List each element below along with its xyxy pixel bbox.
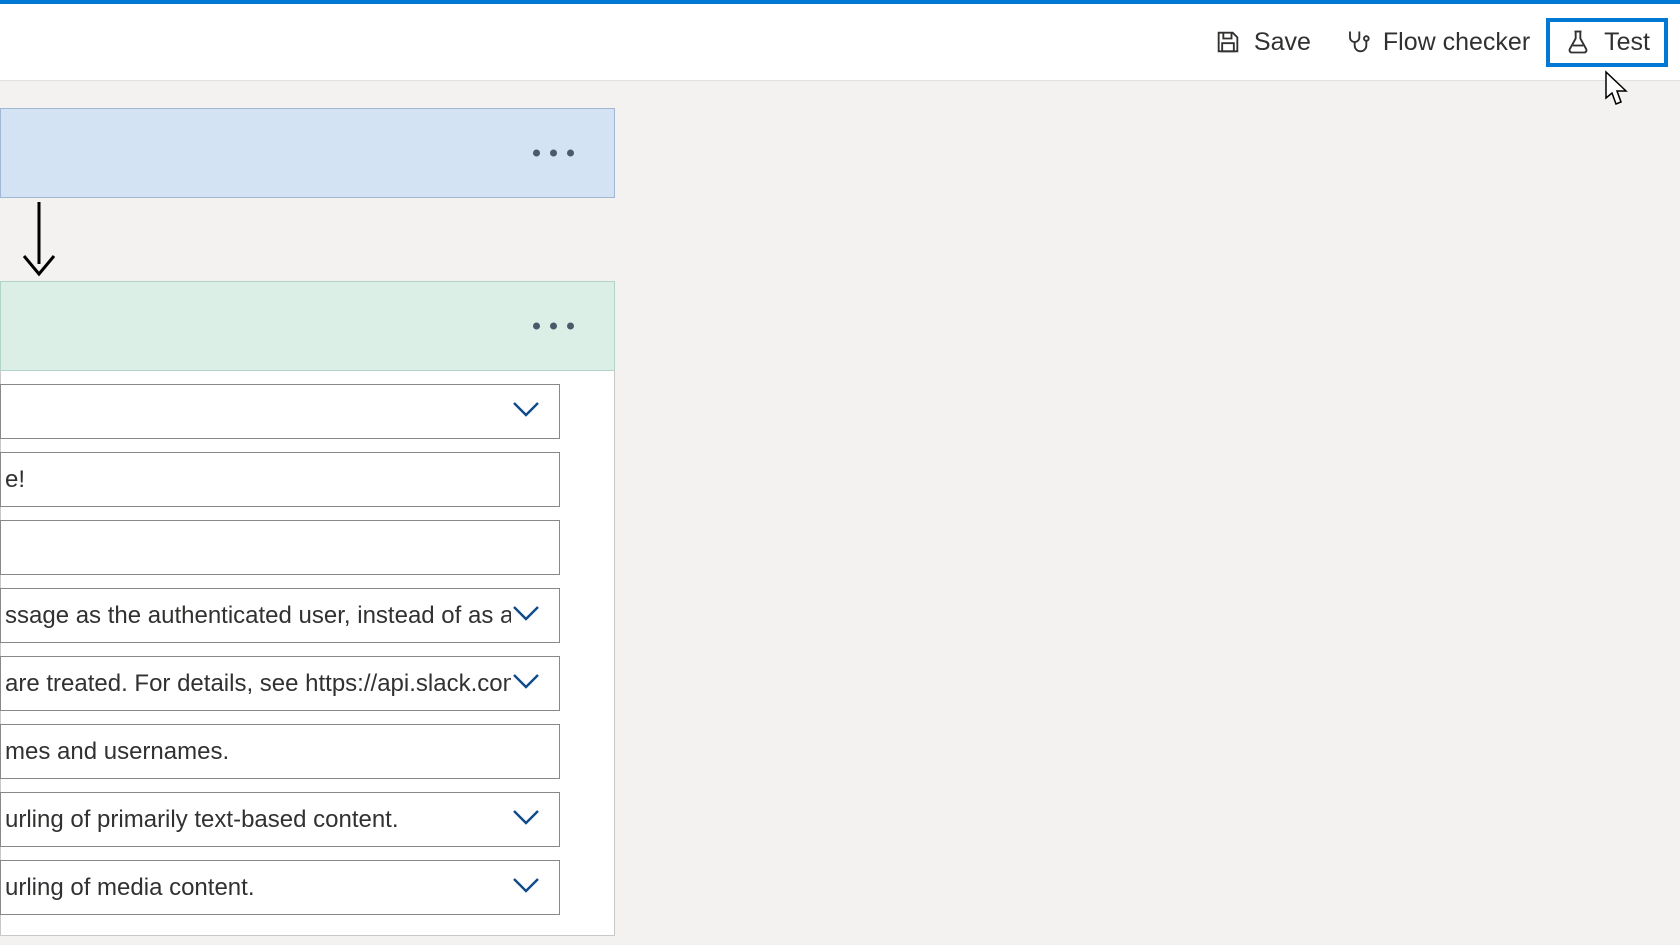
test-button[interactable]: Test bbox=[1546, 18, 1668, 67]
chevron-down-icon bbox=[511, 398, 541, 426]
field-value: urling of media content. bbox=[5, 874, 511, 902]
action-card-header[interactable] bbox=[0, 281, 615, 371]
field-value: ssage as the authenticated user, instead… bbox=[5, 602, 511, 630]
save-label: Save bbox=[1254, 28, 1311, 57]
unfurl-links-dropdown[interactable]: urling of primarily text-based content. bbox=[0, 792, 560, 847]
save-icon bbox=[1214, 28, 1242, 56]
more-menu-icon[interactable] bbox=[533, 150, 574, 157]
field-value: e! bbox=[5, 466, 541, 494]
flow-arrow-icon bbox=[18, 202, 60, 278]
chevron-down-icon bbox=[511, 670, 541, 698]
trigger-card[interactable] bbox=[0, 108, 615, 198]
message-text-input[interactable]: e! bbox=[0, 452, 560, 507]
flow-checker-label: Flow checker bbox=[1383, 28, 1530, 57]
channel-dropdown[interactable] bbox=[0, 384, 560, 439]
flow-checker-button[interactable]: Flow checker bbox=[1327, 18, 1546, 67]
link-names-input[interactable]: mes and usernames. bbox=[0, 724, 560, 779]
test-label: Test bbox=[1604, 28, 1650, 57]
more-menu-icon[interactable] bbox=[533, 323, 574, 330]
stethoscope-icon bbox=[1343, 28, 1371, 56]
parse-mode-dropdown[interactable]: are treated. For details, see https://ap… bbox=[0, 656, 560, 711]
chevron-down-icon bbox=[511, 874, 541, 902]
unfurl-media-dropdown[interactable]: urling of media content. bbox=[0, 860, 560, 915]
flask-icon bbox=[1564, 28, 1592, 56]
save-button[interactable]: Save bbox=[1198, 18, 1327, 67]
field-value: urling of primarily text-based content. bbox=[5, 806, 511, 834]
flow-canvas: e! ssage as the authenticated user, inst… bbox=[0, 81, 1680, 945]
field-value: are treated. For details, see https://ap… bbox=[5, 670, 511, 698]
post-as-user-dropdown[interactable]: ssage as the authenticated user, instead… bbox=[0, 588, 560, 643]
bot-name-input[interactable] bbox=[0, 520, 560, 575]
field-value: mes and usernames. bbox=[5, 738, 541, 766]
chevron-down-icon bbox=[511, 602, 541, 630]
toolbar: Save Flow checker Test bbox=[0, 4, 1680, 81]
chevron-down-icon bbox=[511, 806, 541, 834]
action-card-body: e! ssage as the authenticated user, inst… bbox=[0, 371, 615, 936]
